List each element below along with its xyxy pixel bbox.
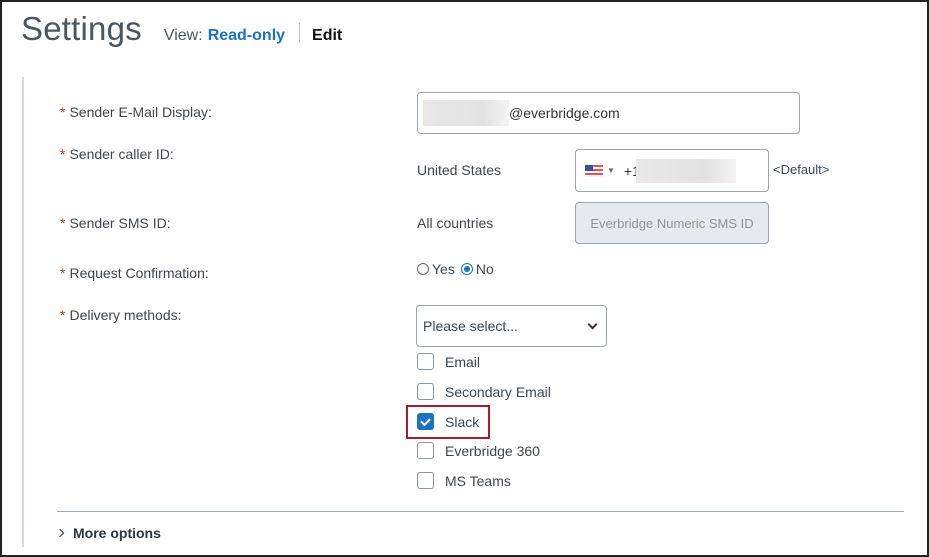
redacted-text: [635, 158, 736, 183]
checkbox-secondary-email[interactable]: Secondary Email: [417, 383, 551, 400]
radio-unchecked-icon[interactable]: [417, 263, 429, 275]
sms-id-input[interactable]: Everbridge Numeric SMS ID: [575, 202, 769, 244]
checkbox-label: MS Teams: [445, 472, 511, 489]
chevron-down-icon: [587, 319, 598, 329]
caller-id-country: United States: [417, 162, 502, 178]
checkbox-everbridge-360[interactable]: Everbridge 360: [417, 442, 540, 459]
checkbox-unchecked-icon[interactable]: [417, 383, 434, 400]
radio-checked-icon[interactable]: [460, 263, 473, 275]
caller-id-phone-input[interactable]: ▼ +1: [575, 149, 769, 192]
radio-yes-label: Yes: [432, 261, 455, 277]
section-divider: [57, 511, 904, 512]
request-confirmation-radios: Yes No: [417, 261, 500, 277]
default-tag: <Default>: [773, 162, 830, 177]
radio-no-label: No: [475, 261, 494, 277]
sender-sms-id-label-text: Sender SMS ID:: [69, 215, 171, 231]
us-flag-icon[interactable]: [585, 164, 603, 177]
more-options-toggle[interactable]: More options: [55, 525, 161, 541]
request-confirmation-label: * Request Confirmation:: [60, 265, 209, 281]
checkbox-label: Everbridge 360: [445, 442, 540, 459]
select-placeholder: Please select...: [423, 318, 518, 334]
sender-caller-id-label-text: Sender caller ID:: [69, 146, 174, 162]
delivery-methods-select[interactable]: Please select...: [416, 305, 607, 347]
sender-email-input[interactable]: @everbridge.com: [417, 92, 800, 134]
view-label: View:: [163, 27, 203, 44]
required-marker: *: [60, 307, 66, 323]
read-only-link[interactable]: Read-only: [208, 27, 285, 45]
view-separator: [299, 23, 301, 43]
delivery-methods-label-text: Delivery methods:: [69, 307, 182, 323]
checkbox-unchecked-icon[interactable]: [417, 353, 434, 370]
required-marker: *: [60, 146, 66, 162]
checkbox-unchecked-icon[interactable]: [417, 472, 434, 489]
delivery-methods-label: * Delivery methods:: [60, 307, 182, 323]
sender-email-label: * Sender E-Mail Display:: [60, 104, 212, 120]
page-header: Settings View: Read-only Edit: [21, 10, 342, 48]
request-confirmation-label-text: Request Confirmation:: [69, 265, 209, 281]
radio-yes[interactable]: Yes: [417, 261, 455, 277]
caret-down-icon[interactable]: ▼: [607, 166, 615, 175]
email-domain: @everbridge.com: [509, 105, 620, 121]
page-title: Settings: [21, 10, 142, 47]
edit-link[interactable]: Edit: [312, 27, 342, 45]
checkbox-label: Secondary Email: [445, 383, 551, 400]
section-left-border: [22, 77, 24, 547]
redacted-text: [423, 100, 509, 126]
slack-highlight-box: [406, 405, 490, 439]
required-marker: *: [60, 265, 66, 281]
sender-caller-id-label: * Sender caller ID:: [60, 146, 174, 162]
more-options-label: More options: [73, 525, 161, 541]
sender-sms-id-label: * Sender SMS ID:: [60, 215, 171, 231]
checkbox-email[interactable]: Email: [417, 353, 480, 370]
checkbox-label: Email: [445, 353, 481, 370]
sender-email-label-text: Sender E-Mail Display:: [69, 104, 212, 120]
checkbox-ms-teams[interactable]: MS Teams: [417, 472, 511, 489]
radio-no[interactable]: No: [460, 261, 494, 277]
required-marker: *: [60, 104, 66, 120]
checkbox-unchecked-icon[interactable]: [417, 442, 434, 459]
sms-id-country: All countries: [417, 215, 494, 231]
chevron-right-icon: [55, 528, 65, 538]
required-marker: *: [60, 215, 66, 231]
